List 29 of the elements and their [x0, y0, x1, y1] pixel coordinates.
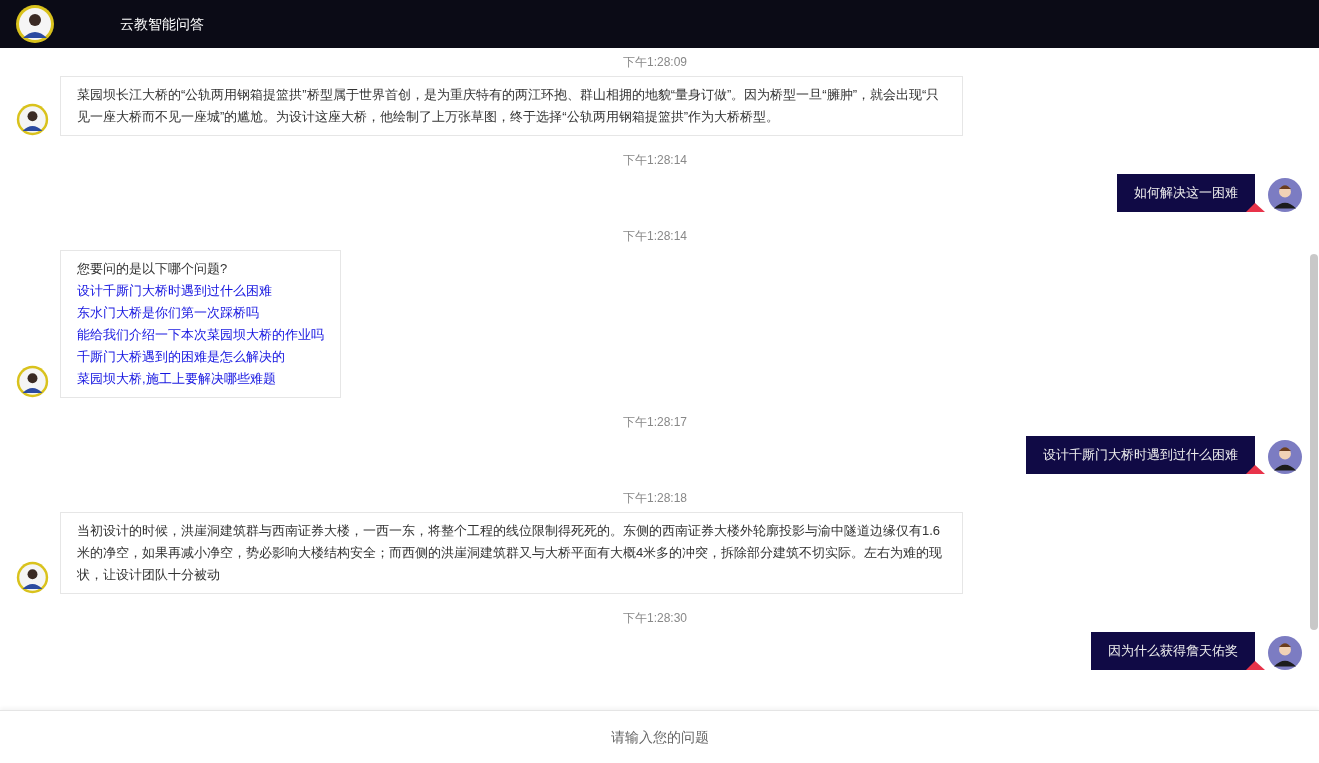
avatar-icon: [15, 4, 55, 44]
user-message-bubble: 因为什么获得詹天佑奖: [1091, 632, 1255, 670]
avatar-icon: [16, 561, 49, 594]
timestamp: 下午1:28:30: [622, 611, 687, 625]
message-text: 当初设计的时候，洪崖洞建筑群与西南证券大楼，一西一东，将整个工程的线位限制得死死的。东侧的西南证券大楼外轮廓投影与渝中隧道边缘仅有1.6米的净空，如果再减小净空，势必影响大楼结构安全；而西侧的洪崖洞建筑群又与大桥平面有大概4米多的冲突，拆除部分建筑不切实际。左右为难的现状，让设计团队十分被动: [77, 522, 944, 584]
question-link[interactable]: 能给我们介绍一下本次菜园坝大桥的作业吗: [77, 324, 324, 346]
avatar-icon: [16, 103, 49, 136]
avatar-icon: [16, 365, 49, 398]
question-link[interactable]: 菜园坝大桥,施工上要解决哪些难题: [77, 368, 324, 390]
avatar-icon: [1268, 440, 1302, 474]
bubble-tail-icon: [1246, 465, 1265, 474]
user-message-bubble: 如何解决这一困难: [1117, 174, 1255, 212]
user-message-bubble: 设计千厮门大桥时遇到过什么困难: [1026, 436, 1255, 474]
timestamp: 下午1:28:09: [622, 55, 687, 69]
bubble-tail-icon: [1246, 203, 1265, 212]
bubble-tail-icon: [1246, 661, 1265, 670]
message-text: 您要问的是以下哪个问题?: [77, 260, 229, 278]
message-text: 菜园坝长江大桥的“公轨两用钢箱提篮拱”桥型属于世界首创，是为重庆特有的两江环抱、群山相拥的地貌“量身订做”。因为桥型一旦“臃肿”，就会出现“只见一座大桥而不见一座城”的尴尬。为设计这座大桥，他绘制了上万张草图，终于选择“公轨两用钢箱提篮拱”作为大桥桥型。: [77, 86, 941, 126]
question-link[interactable]: 东水门大桥是你们第一次踩桥吗: [77, 302, 324, 324]
question-input[interactable]: 请输入您的问题: [0, 711, 1319, 763]
timestamp: 下午1:28:14: [622, 229, 687, 243]
avatar-icon: [1268, 636, 1302, 670]
timestamp: 下午1:28:18: [622, 491, 687, 505]
question-link[interactable]: 千厮门大桥遇到的困难是怎么解决的: [77, 346, 324, 368]
question-link[interactable]: 设计千厮门大桥时遇到过什么困难: [77, 280, 324, 302]
timestamp: 下午1:28:17: [622, 415, 687, 429]
avatar-icon: [1268, 178, 1302, 212]
timestamp: 下午1:28:14: [622, 153, 687, 167]
app-title: 云教智能问答: [120, 14, 204, 34]
